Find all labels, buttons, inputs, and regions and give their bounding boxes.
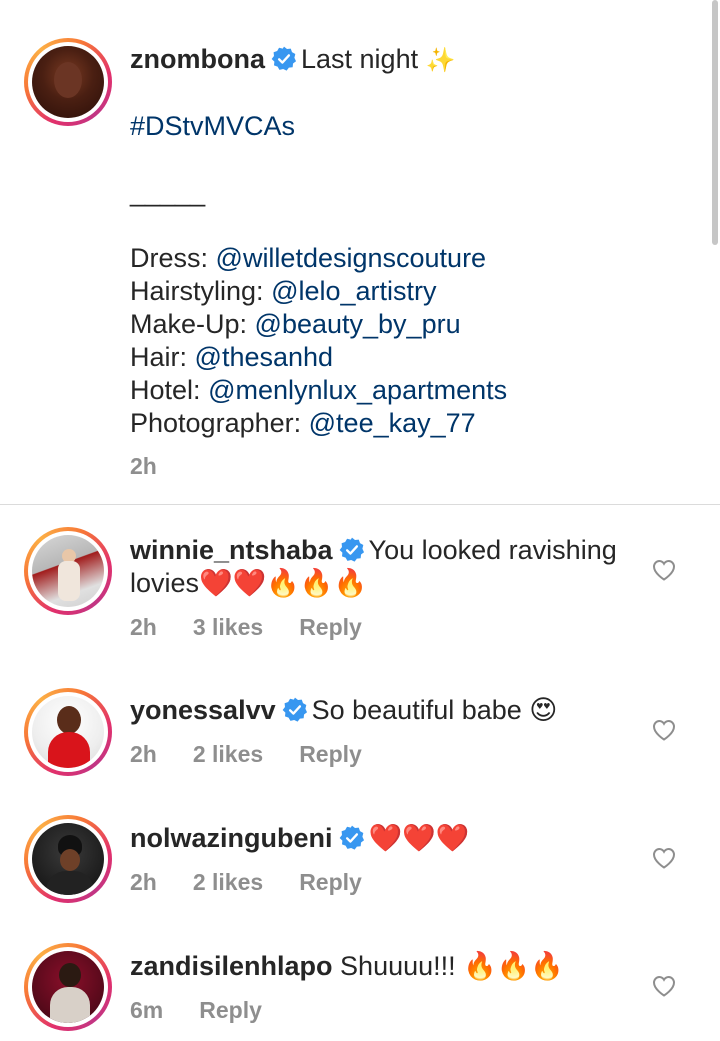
comment-meta: 2h 3 likes Reply — [130, 614, 398, 641]
avatar[interactable] — [24, 38, 112, 126]
comment-meta: 6m Reply — [130, 997, 298, 1024]
heart-icon[interactable] — [652, 559, 676, 581]
credit-label: Hair: — [130, 342, 188, 372]
comment-text: nolwazingubeni ❤️❤️❤️ — [130, 822, 469, 855]
avatar[interactable] — [24, 815, 112, 903]
reply-button[interactable]: Reply — [299, 869, 362, 895]
avatar[interactable] — [24, 527, 112, 615]
mention-link[interactable]: @thesanhd — [195, 342, 334, 372]
heart-icon[interactable] — [652, 847, 676, 869]
credit-label: Photographer: — [130, 408, 302, 438]
comment-username[interactable]: nolwazingubeni — [130, 823, 333, 853]
comment-time: 2h — [130, 741, 157, 767]
comment-username[interactable]: winnie_ntshaba — [130, 535, 333, 565]
comment-likes[interactable]: 2 likes — [193, 869, 263, 895]
verified-badge-icon — [271, 46, 297, 71]
verified-badge-icon — [339, 537, 364, 562]
comment-text: winnie_ntshaba You looked ravishing lovie… — [130, 534, 617, 600]
sparkles-icon: ✨ — [425, 47, 456, 74]
comment-body: Shuuuu!!! 🔥🔥🔥 — [340, 951, 564, 981]
credit-label: Hairstyling: — [130, 276, 264, 306]
comment-likes[interactable]: 3 likes — [193, 614, 263, 640]
comment-body: You looked ravishing — [368, 535, 617, 565]
mention-link[interactable]: @lelo_artistry — [271, 276, 436, 306]
mention-link[interactable]: @menlynlux_apartments — [208, 375, 507, 405]
credit-label: Make-Up: — [130, 309, 248, 339]
comment-time: 6m — [130, 997, 164, 1023]
comment-username[interactable]: yonessalvv — [130, 695, 276, 725]
reply-button[interactable]: Reply — [299, 741, 362, 767]
comment-text: zandisilenhlapo Shuuuu!!! 🔥🔥🔥 — [130, 950, 564, 983]
verified-badge-icon — [339, 825, 364, 850]
credit-label: Hotel: — [130, 375, 201, 405]
mention-link[interactable]: @beauty_by_pru — [255, 309, 461, 339]
comment-likes[interactable]: 2 likes — [193, 741, 263, 767]
comment-meta: 2h 2 likes Reply — [130, 869, 398, 896]
comment-body: ❤️❤️❤️ — [368, 823, 470, 853]
comment-text: yonessalvv So beautiful babe 😍 — [130, 694, 557, 727]
comment-body-continued: lovies❤️❤️🔥🔥🔥 — [130, 568, 368, 598]
reply-button[interactable]: Reply — [199, 997, 262, 1023]
divider — [0, 504, 720, 505]
mention-link[interactable]: @willetdesignscouture — [216, 243, 487, 273]
separator: _____ — [130, 177, 206, 207]
mention-link[interactable]: @tee_kay_77 — [309, 408, 476, 438]
comment-username[interactable]: zandisilenhlapo — [130, 951, 333, 981]
caption-first-line: Last night — [301, 44, 419, 74]
comment-meta: 2h 2 likes Reply — [130, 741, 398, 768]
comment-body: So beautiful babe 😍 — [311, 695, 558, 725]
comment-time: 2h — [130, 614, 157, 640]
hashtag-link[interactable]: #DStvMVCAs — [130, 111, 295, 141]
post-caption: znombona Last night ✨ #DStvMVCAs _____ Dr… — [0, 0, 720, 505]
avatar[interactable] — [24, 688, 112, 776]
heart-icon[interactable] — [652, 719, 676, 741]
caption-meta: 2h — [130, 453, 193, 480]
reply-button[interactable]: Reply — [299, 614, 362, 640]
caption-text: znombona Last night ✨ #DStvMVCAs _____ Dr… — [130, 43, 507, 440]
verified-badge-icon — [282, 697, 307, 722]
credit-label: Dress: — [130, 243, 209, 273]
caption-time: 2h — [130, 453, 157, 479]
comment-time: 2h — [130, 869, 157, 895]
avatar[interactable] — [24, 943, 112, 1031]
heart-icon[interactable] — [652, 975, 676, 997]
caption-username[interactable]: znombona — [130, 44, 265, 74]
